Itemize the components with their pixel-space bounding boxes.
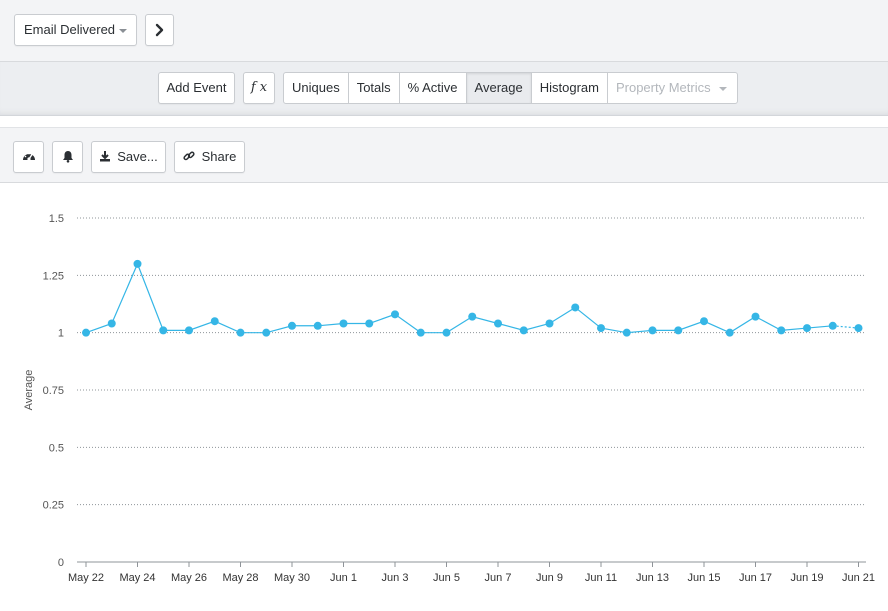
x-tick-label: Jun 15 — [687, 572, 720, 584]
gridlines — [77, 217, 866, 563]
data-point[interactable] — [545, 319, 554, 328]
link-icon — [183, 151, 195, 161]
y-tick-label: 1 — [58, 328, 64, 340]
y-axis-label: Average — [23, 370, 35, 411]
x-tick-label: May 26 — [171, 572, 207, 584]
x-tick-label: Jun 7 — [485, 572, 512, 584]
tab-uniques[interactable]: Uniques — [284, 73, 349, 103]
data-point[interactable] — [597, 324, 605, 333]
data-point[interactable] — [494, 319, 502, 328]
data-point[interactable] — [339, 319, 348, 328]
data-point[interactable] — [107, 319, 116, 328]
x-tick-label: Jun 5 — [433, 572, 460, 584]
x-tick-label: May 28 — [222, 572, 258, 584]
x-tick-label: Jun 9 — [536, 572, 563, 584]
series-average — [82, 259, 863, 337]
data-point[interactable] — [700, 317, 708, 326]
tab-percent-active[interactable]: % Active — [400, 73, 467, 103]
data-point[interactable] — [751, 312, 760, 321]
property-metrics-dropdown[interactable]: Property Metrics — [608, 73, 737, 103]
y-tick-label: 0.5 — [49, 442, 64, 454]
data-point[interactable] — [416, 328, 425, 337]
x-tick-label: May 24 — [119, 572, 155, 584]
y-tick-label: 1.5 — [49, 213, 64, 225]
data-point[interactable] — [777, 326, 786, 335]
x-tick-label: Jun 1 — [330, 572, 357, 584]
y-tick-label: 0 — [58, 557, 64, 569]
chevron-down-icon — [119, 29, 127, 33]
y-tick-label: 1.25 — [43, 270, 64, 282]
x-axis-ticks: May 22 May 24 May 26 May 28 May 30 Jun 1 Jun 3… — [68, 562, 875, 584]
data-point[interactable] — [313, 321, 322, 330]
metric-toolbar: Add Event f x Uniques Totals % Active Av… — [0, 62, 888, 116]
data-point[interactable] — [854, 324, 863, 333]
data-point[interactable] — [262, 328, 271, 337]
x-tick-label: May 22 — [68, 572, 104, 584]
data-point[interactable] — [468, 312, 477, 321]
dashboard-button[interactable] — [13, 141, 44, 173]
x-tick-label: Jun 13 — [636, 572, 669, 584]
data-point[interactable] — [803, 324, 811, 333]
add-event-label: Add Event — [166, 80, 227, 95]
metric-segments: Uniques Totals % Active Average Histogra… — [283, 72, 738, 104]
share-label: Share — [201, 149, 237, 164]
data-point[interactable] — [133, 259, 142, 268]
x-tick-label: Jun 11 — [585, 572, 617, 584]
tab-average[interactable]: Average — [466, 73, 532, 103]
chevron-right-icon — [155, 23, 163, 36]
data-point[interactable] — [210, 317, 219, 326]
action-bar: Save... Share — [0, 127, 888, 183]
event-selector-label: Email Delivered — [24, 22, 116, 37]
bell-icon — [62, 150, 73, 163]
data-point[interactable] — [674, 326, 683, 335]
save-button[interactable]: Save... — [91, 141, 166, 173]
data-point[interactable] — [365, 319, 374, 328]
next-button[interactable] — [145, 14, 174, 46]
x-tick-label: Jun 3 — [382, 572, 409, 584]
property-metrics-label: Property Metrics — [615, 80, 711, 95]
y-tick-label: 0.75 — [43, 385, 64, 397]
alert-button[interactable] — [52, 141, 83, 173]
data-point[interactable] — [391, 310, 399, 319]
data-point[interactable] — [571, 303, 580, 312]
formula-button[interactable]: f x — [243, 72, 275, 104]
add-event-button[interactable]: Add Event — [158, 72, 235, 104]
y-tick-label: 0.25 — [43, 500, 64, 512]
share-button[interactable]: Share — [174, 141, 245, 173]
average-line-chart: 00.250.50.7511.251.5 May 22 May 24 May 26 M… — [23, 213, 875, 584]
function-icon: f x — [250, 80, 268, 95]
data-point[interactable] — [442, 328, 451, 337]
chevron-down-icon — [718, 86, 727, 91]
y-axis-ticks: 0 0.25 0.5 0.75 1 1.25 1.5 — [43, 213, 64, 569]
x-tick-label: Jun 21 — [842, 572, 875, 584]
data-point[interactable] — [82, 328, 90, 337]
series-line — [85, 262, 833, 334]
dashboard-icon — [22, 152, 35, 161]
tab-histogram[interactable]: Histogram — [532, 73, 608, 103]
x-tick-label: May 30 — [274, 572, 310, 584]
data-point[interactable] — [185, 326, 193, 335]
data-point[interactable] — [288, 321, 296, 330]
data-point[interactable] — [725, 328, 734, 337]
data-point[interactable] — [648, 326, 657, 335]
tab-totals[interactable]: Totals — [349, 73, 400, 103]
event-selector[interactable]: Email Delivered — [14, 14, 137, 46]
data-point[interactable] — [828, 321, 837, 330]
x-tick-label: Jun 17 — [739, 572, 772, 584]
data-point[interactable] — [622, 328, 631, 337]
download-icon — [100, 151, 111, 162]
data-point[interactable] — [236, 328, 245, 337]
event-bar: Email Delivered — [0, 0, 888, 62]
data-point[interactable] — [159, 326, 168, 335]
data-point[interactable] — [519, 326, 528, 335]
save-label: Save... — [117, 149, 158, 164]
x-tick-label: Jun 19 — [790, 572, 823, 584]
